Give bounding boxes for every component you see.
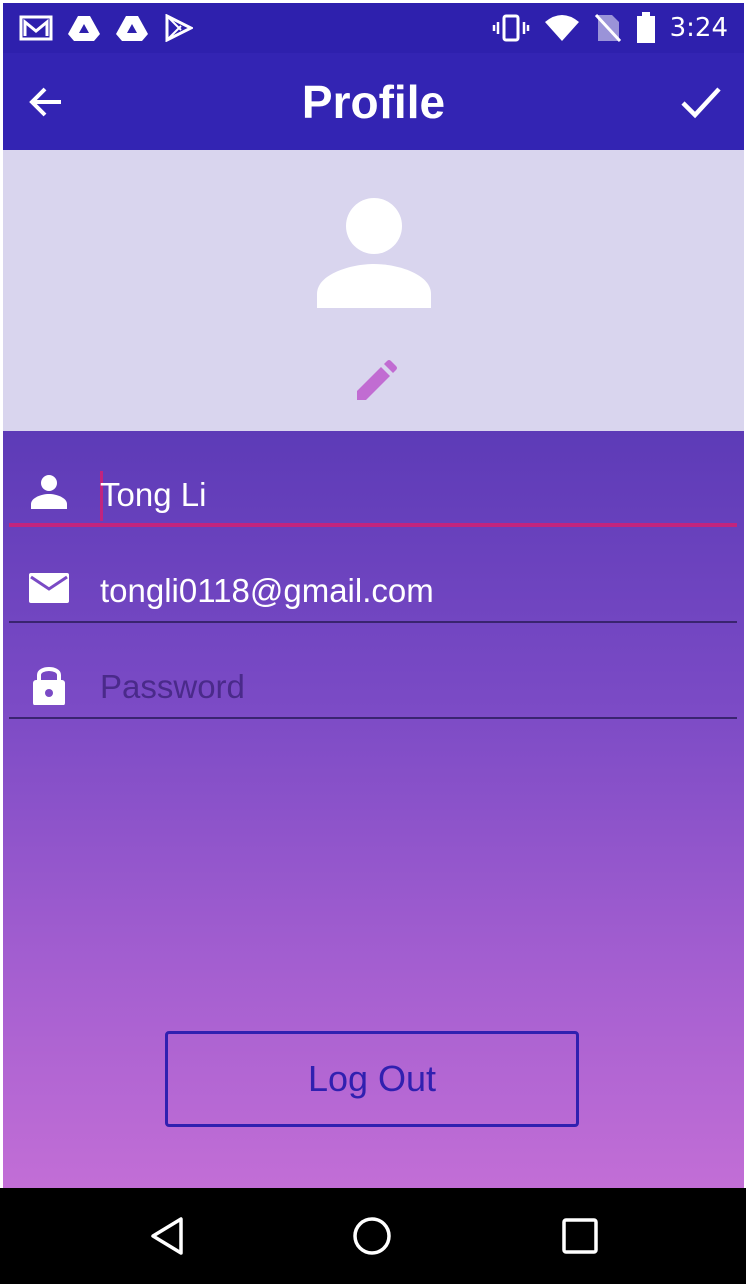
edit-avatar-button[interactable] bbox=[353, 360, 397, 404]
email-icon bbox=[29, 573, 69, 603]
page-title: Profile bbox=[301, 76, 446, 128]
name-field-row bbox=[9, 431, 737, 527]
nav-home-button[interactable] bbox=[350, 1214, 394, 1258]
password-input[interactable] bbox=[100, 667, 700, 707]
password-field-row bbox=[9, 623, 737, 719]
nav-recents-icon bbox=[562, 1218, 598, 1254]
nav-back-icon bbox=[151, 1217, 183, 1255]
profile-form: Log Out bbox=[3, 431, 744, 1188]
nav-recents-button[interactable] bbox=[558, 1214, 602, 1258]
nav-home-icon bbox=[353, 1217, 391, 1255]
save-button[interactable] bbox=[678, 79, 724, 125]
person-icon bbox=[31, 475, 67, 509]
clock: 3:24 bbox=[669, 13, 728, 43]
status-bar: 3:24 bbox=[3, 3, 744, 53]
battery-icon bbox=[636, 12, 656, 44]
app-bar: Profile bbox=[3, 53, 744, 150]
password-underline bbox=[9, 717, 737, 719]
email-field-row bbox=[9, 527, 737, 623]
gmail-icon bbox=[19, 14, 53, 42]
avatar[interactable] bbox=[315, 198, 433, 310]
no-sim-icon bbox=[594, 13, 622, 43]
play-store-icon bbox=[163, 14, 193, 42]
pencil-icon bbox=[357, 360, 397, 400]
email-input[interactable] bbox=[100, 571, 700, 611]
vibrate-icon bbox=[492, 14, 530, 42]
check-icon bbox=[681, 87, 721, 119]
drive-icon bbox=[67, 14, 101, 42]
logout-button[interactable]: Log Out bbox=[165, 1031, 579, 1127]
lock-icon bbox=[33, 667, 65, 705]
person-icon bbox=[317, 198, 431, 308]
nav-back-button[interactable] bbox=[145, 1214, 189, 1258]
navigation-bar bbox=[0, 1188, 746, 1284]
name-input[interactable] bbox=[100, 475, 700, 515]
avatar-section bbox=[3, 150, 744, 431]
wifi-icon bbox=[544, 14, 580, 42]
drive-icon bbox=[115, 14, 149, 42]
notification-icons bbox=[19, 13, 193, 43]
system-icons: 3:24 bbox=[492, 12, 728, 44]
